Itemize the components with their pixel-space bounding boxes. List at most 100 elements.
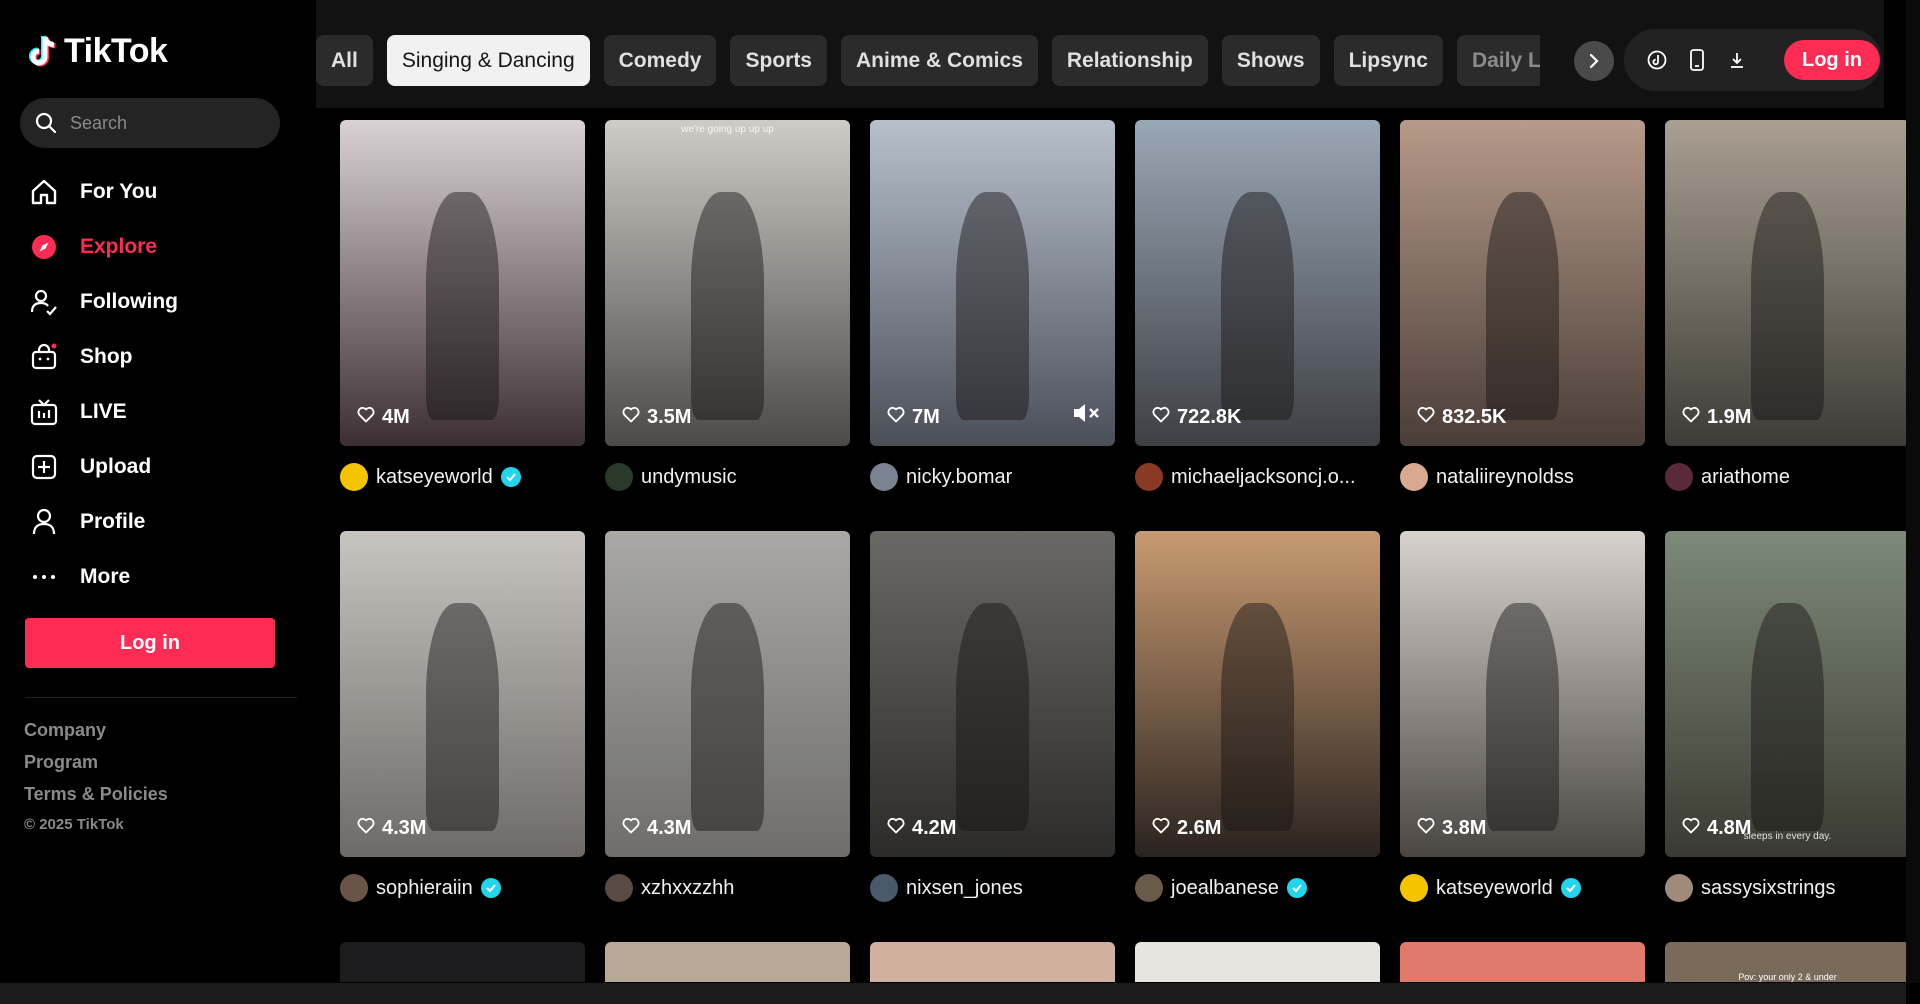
video-thumbnail[interactable]: 4.2M [870,531,1115,857]
video-thumbnail[interactable]: 832.5K [1400,120,1645,446]
video-thumbnail[interactable]: 2.6M [1135,531,1380,857]
main-nav: For You Explore Following Shop LIVE Uplo… [28,164,288,604]
nav-following[interactable]: Following [28,274,288,329]
avatar[interactable] [340,874,368,902]
video-card: sleeps in every day. 4.8M sassysixstrings [1665,531,1910,942]
avatar[interactable] [1135,874,1163,902]
nav-live[interactable]: LIVE [28,384,288,439]
download-icon[interactable] [1726,49,1748,71]
video-thumbnail[interactable]: 4.3M [340,531,585,857]
muted-speaker-icon[interactable] [1071,401,1101,430]
like-count: 832.5K [1416,404,1507,430]
heart-icon [356,404,376,430]
category-lipsync[interactable]: Lipsync [1333,35,1443,86]
chevron-right-icon [1589,53,1599,69]
avatar[interactable] [1400,874,1428,902]
category-comedy[interactable]: Comedy [603,35,717,86]
video-thumbnail[interactable]: 4M [340,120,585,446]
video-thumbnail-partial[interactable]: Pov: your only 2 & under [1665,942,1910,982]
video-thumbnail[interactable]: 3.8M [1400,531,1645,857]
video-thumbnail[interactable]: 1.9M [1665,120,1910,446]
video-thumbnail-partial[interactable] [1400,942,1645,982]
video-thumbnail[interactable]: 7M [870,120,1115,446]
nav-profile[interactable]: Profile [28,494,288,549]
footer-link-program[interactable]: Program [24,752,168,773]
nav-upload[interactable]: Upload [28,439,288,494]
category-shows[interactable]: Shows [1221,35,1320,86]
avatar[interactable] [605,874,633,902]
video-author[interactable]: nixsen_jones [870,857,1115,919]
footer-link-company[interactable]: Company [24,720,168,741]
video-author[interactable]: sassysixstrings [1665,857,1910,919]
video-thumbnail[interactable]: 4.3M [605,531,850,857]
nav-shop[interactable]: Shop [28,329,288,384]
header-login-button[interactable]: Log in [1784,40,1880,80]
video-thumbnail-partial[interactable] [1135,942,1380,982]
video-author[interactable]: ariathome [1665,446,1910,508]
video-author[interactable]: katseyeworld [340,446,585,508]
nav-explore[interactable]: Explore [28,219,288,274]
avatar[interactable] [1135,463,1163,491]
video-thumbnail-partial[interactable] [870,942,1115,982]
video-author[interactable]: katseyeworld [1400,857,1645,919]
tiktok-logo[interactable]: TikTok [28,32,168,71]
like-count-text: 1.9M [1707,405,1752,428]
category-relationship[interactable]: Relationship [1051,35,1208,86]
category-daily-life[interactable]: Daily Life [1456,35,1540,86]
username[interactable]: nicky.bomar [906,466,1012,489]
username[interactable]: michaeljacksoncj.o... [1171,466,1356,489]
video-author[interactable]: sophieraiin [340,857,585,919]
avatar[interactable] [605,463,633,491]
category-next-button[interactable] [1574,41,1614,81]
avatar[interactable] [340,463,368,491]
avatar[interactable] [1665,874,1693,902]
category-all[interactable]: All [316,35,373,86]
video-author[interactable]: nataliireynoldss [1400,446,1645,508]
username[interactable]: katseyeworld [1436,877,1553,900]
category-anime-comics[interactable]: Anime & Comics [841,35,1038,86]
avatar[interactable] [870,874,898,902]
search-box[interactable] [20,98,280,148]
video-author[interactable]: undymusic [605,446,850,508]
heart-icon [1151,404,1171,430]
sidebar-login-button[interactable]: Log in [25,618,275,668]
video-preview-figure [1750,602,1825,831]
footer-link-terms[interactable]: Terms & Policies [24,784,168,805]
username[interactable]: ariathome [1701,466,1790,489]
video-thumbnail[interactable]: 722.8K [1135,120,1380,446]
username[interactable]: nixsen_jones [906,877,1023,900]
vertical-scrollbar[interactable] [1906,0,1920,983]
username[interactable]: sassysixstrings [1701,877,1835,900]
video-card: 722.8K michaeljacksoncj.o... [1135,120,1380,531]
username[interactable]: xzhxxzzhh [641,877,734,900]
category-sports[interactable]: Sports [730,35,827,86]
search-input[interactable] [70,112,260,134]
video-author[interactable]: nicky.bomar [870,446,1115,508]
category-singing-dancing[interactable]: Singing & Dancing [386,35,590,86]
video-thumbnail-partial[interactable] [605,942,850,982]
mobile-app-icon[interactable] [1686,49,1708,71]
header-actions: Log in [1624,29,1882,91]
video-author[interactable]: joealbanese [1135,857,1380,919]
avatar[interactable] [1665,463,1693,491]
nav-for-you[interactable]: For You [28,164,288,219]
video-preview-figure [1750,191,1825,420]
username[interactable]: joealbanese [1171,877,1279,900]
video-card: 3.8M katseyeworld [1400,531,1645,942]
username[interactable]: undymusic [641,466,737,489]
username[interactable]: katseyeworld [376,466,493,489]
avatar[interactable] [1400,463,1428,491]
tiktok-coin-icon[interactable] [1646,49,1668,71]
search-icon [35,112,57,134]
video-author[interactable]: michaeljacksoncj.o... [1135,446,1380,508]
video-thumbnail[interactable]: we're going up up up 3.5M [605,120,850,446]
video-thumbnail[interactable]: sleeps in every day. 4.8M [1665,531,1910,857]
avatar[interactable] [870,463,898,491]
nav-more[interactable]: More [28,549,288,604]
nav-label: More [80,564,131,588]
video-author[interactable]: xzhxxzzhh [605,857,850,919]
video-thumbnail-partial[interactable] [340,942,585,982]
username[interactable]: sophieraiin [376,877,473,900]
username[interactable]: nataliireynoldss [1436,466,1574,489]
horizontal-scrollbar[interactable] [0,983,1906,1004]
